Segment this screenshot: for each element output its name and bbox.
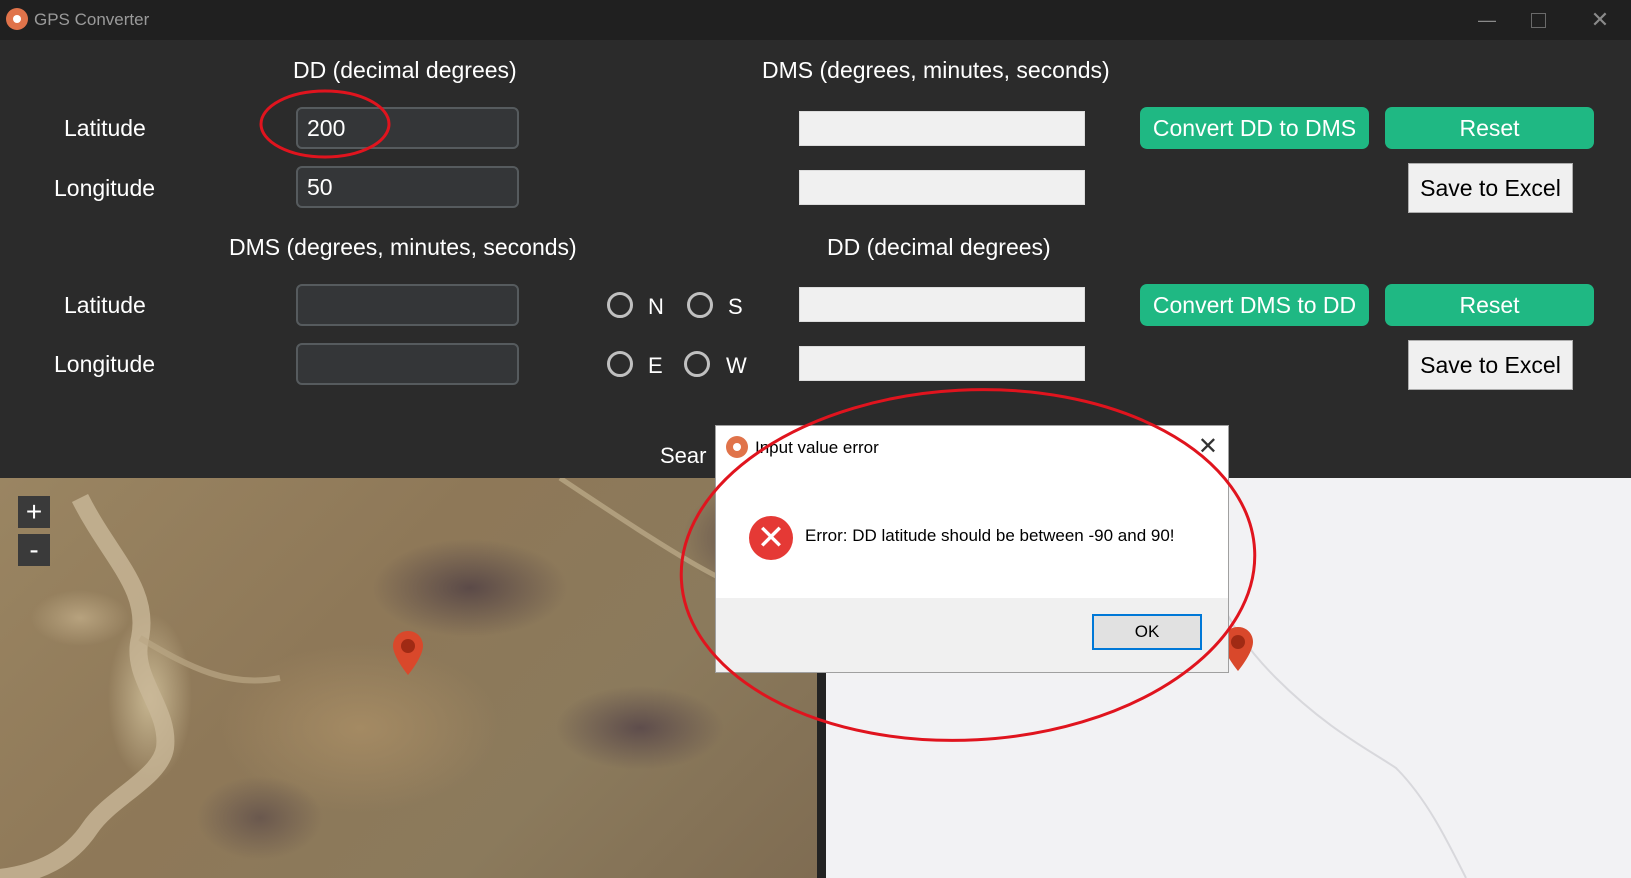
close-icon[interactable]: ✕	[1580, 6, 1620, 34]
save-to-excel-dd-button[interactable]: Save to Excel	[1408, 163, 1573, 213]
radio-n[interactable]	[607, 292, 633, 318]
zoom-in-button[interactable]: +	[18, 496, 50, 528]
window-title: GPS Converter	[34, 10, 150, 29]
dd-input-heading: DD (decimal degrees)	[293, 57, 517, 83]
river-bed	[0, 478, 722, 878]
dms-latitude-output[interactable]	[799, 111, 1085, 146]
dd-latitude-input[interactable]: 200	[296, 107, 519, 149]
radio-w-label: W	[726, 353, 747, 378]
dd-longitude-label: Longitude	[54, 175, 156, 201]
convert-dd-to-dms-button[interactable]: Convert DD to DMS	[1140, 107, 1369, 149]
title-bar	[0, 0, 1631, 40]
radio-s-label: S	[728, 294, 743, 319]
reset-dd-button[interactable]: Reset	[1385, 107, 1594, 149]
error-icon: ✕	[749, 516, 793, 560]
zoom-out-button[interactable]: -	[18, 534, 50, 566]
reset-dms-button[interactable]: Reset	[1385, 284, 1594, 326]
dd-output-heading: DD (decimal degrees)	[827, 234, 1051, 260]
dd-latitude-label: Latitude	[64, 115, 146, 141]
dms-input-heading: DMS (degrees, minutes, seconds)	[229, 234, 577, 260]
radio-s[interactable]	[687, 292, 713, 318]
ok-button[interactable]: OK	[1092, 614, 1202, 650]
radio-e-label: E	[648, 353, 663, 378]
dd-longitude-output[interactable]	[799, 346, 1085, 381]
close-icon[interactable]: ✕	[1198, 432, 1218, 461]
map-pin-icon	[726, 436, 748, 458]
dms-latitude-input[interactable]	[296, 284, 519, 326]
map-marker-icon[interactable]	[392, 630, 424, 676]
dms-latitude-label: Latitude	[64, 292, 146, 318]
dd-latitude-output[interactable]	[799, 287, 1085, 322]
radio-e[interactable]	[607, 351, 633, 377]
dms-longitude-label: Longitude	[54, 351, 156, 377]
satellite-map[interactable]: + -	[0, 478, 817, 878]
dms-longitude-input[interactable]	[296, 343, 519, 385]
minimize-icon[interactable]: —	[1467, 6, 1507, 34]
dialog-message: Error: DD latitude should be between -90…	[805, 526, 1175, 545]
radio-w[interactable]	[684, 351, 710, 377]
maximize-icon[interactable]	[1518, 6, 1558, 34]
convert-dms-to-dd-button[interactable]: Convert DMS to DD	[1140, 284, 1369, 326]
save-to-excel-dms-button[interactable]: Save to Excel	[1408, 340, 1573, 390]
dms-longitude-output[interactable]	[799, 170, 1085, 205]
map-pin-icon	[6, 8, 28, 30]
dialog-title: Input value error	[755, 438, 879, 457]
error-dialog: Input value error ✕ ✕ Error: DD latitude…	[715, 425, 1229, 673]
dms-output-heading: DMS (degrees, minutes, seconds)	[762, 57, 1110, 83]
dd-longitude-input[interactable]: 50	[296, 166, 519, 208]
radio-n-label: N	[648, 294, 664, 319]
search-label: Sear	[660, 443, 707, 468]
